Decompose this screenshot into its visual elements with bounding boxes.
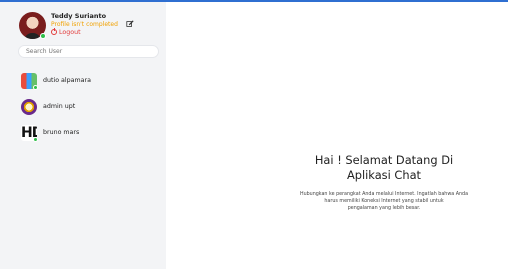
online-status-icon xyxy=(40,33,46,39)
welcome-subtitle-line-2: harus memiliki Koneksi Internet yang sta… xyxy=(324,199,444,204)
welcome-subtitle-line-3: pengalaman yang lebih besar. xyxy=(347,206,421,211)
logout-label: Logout xyxy=(59,29,81,36)
user-item-dutio[interactable]: dutio alpamara xyxy=(21,73,161,94)
edit-icon[interactable] xyxy=(126,20,134,28)
welcome-title-line-2: Aplikasi Chat xyxy=(346,168,422,182)
profile-status: Profile isn't completed xyxy=(51,21,118,28)
profile-name: Teddy Surianto xyxy=(51,12,107,20)
online-status-icon xyxy=(33,137,38,142)
user-name: bruno mars xyxy=(43,129,80,136)
search-input[interactable] xyxy=(18,45,159,58)
welcome-title-line-1: Hai ! Selamat Datang Di xyxy=(314,153,454,167)
welcome-subtitle-line-1: Hubungkan ke perangkat Anda melalui Inte… xyxy=(299,192,469,197)
online-status-icon xyxy=(33,85,38,90)
user-name: admin upt xyxy=(43,103,76,110)
welcome-title: Hai ! Selamat Datang Di Aplikasi Chat xyxy=(265,153,503,183)
user-avatar xyxy=(21,99,37,115)
sidebar: Teddy Surianto Profile isn't completed L… xyxy=(0,2,166,269)
power-icon xyxy=(51,28,57,35)
welcome-subtitle: Hubungkan ke perangkat Anda melalui Inte… xyxy=(265,191,503,212)
user-item-admin[interactable]: admin upt xyxy=(21,99,161,120)
welcome-panel: Hai ! Selamat Datang Di Aplikasi Chat Hu… xyxy=(265,153,503,212)
user-name: dutio alpamara xyxy=(43,77,91,84)
user-list: dutio alpamara admin upt HD bruno mars xyxy=(21,73,161,151)
user-item-bruno[interactable]: HD bruno mars xyxy=(21,125,161,146)
logout-button[interactable]: Logout xyxy=(51,28,81,36)
